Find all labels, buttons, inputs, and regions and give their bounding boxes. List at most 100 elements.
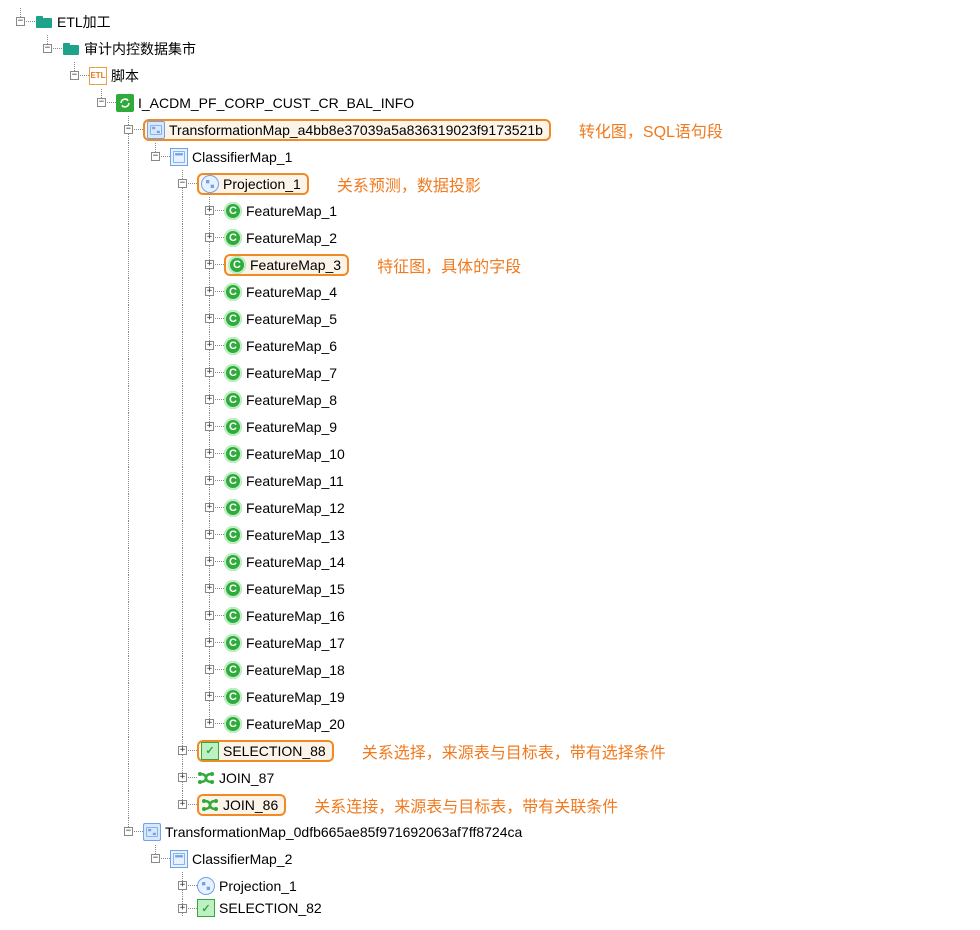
tree-node-job[interactable]: I_ACDM_PF_CORP_CUST_CR_BAL_INFO — [8, 89, 972, 116]
collapse-icon[interactable] — [16, 17, 25, 26]
collapse-icon[interactable] — [97, 98, 106, 107]
tree-node-transmap[interactable]: TransformationMap_a4bb8e37039a5a83631902… — [8, 116, 972, 143]
collapse-icon[interactable] — [124, 125, 133, 134]
expand-icon[interactable] — [205, 476, 214, 485]
tree-node-featuremap[interactable]: CFeatureMap_13 — [8, 521, 972, 548]
collapse-icon[interactable] — [151, 152, 160, 161]
expand-icon[interactable] — [205, 314, 214, 323]
expand-icon[interactable] — [205, 611, 214, 620]
annotation-text: 关系预测，数据投影 — [337, 172, 481, 196]
tree-node-datamart[interactable]: 审计内控数据集市 — [8, 35, 972, 62]
tree-node-projection[interactable]: Projection_1 — [8, 872, 972, 899]
expand-icon[interactable] — [178, 800, 187, 809]
expand-icon[interactable] — [178, 773, 187, 782]
classifier-icon — [170, 850, 188, 868]
tree-node-join[interactable]: JOIN_86 关系连接，来源表与目标表，带有关联条件 — [8, 791, 972, 818]
node-label: FeatureMap_16 — [244, 608, 347, 624]
expand-icon[interactable] — [178, 746, 187, 755]
expand-icon[interactable] — [205, 233, 214, 242]
tree-node-projection[interactable]: Projection_1 关系预测，数据投影 — [8, 170, 972, 197]
expand-icon[interactable] — [205, 692, 214, 701]
featuremap-icon: C — [224, 418, 242, 436]
tree-node-featuremap[interactable]: CFeatureMap_2 — [8, 224, 972, 251]
tree-node-featuremap[interactable]: CFeatureMap_18 — [8, 656, 972, 683]
collapse-icon[interactable] — [178, 179, 187, 188]
tree-node-featuremap[interactable]: CFeatureMap_14 — [8, 548, 972, 575]
node-label: JOIN_86 — [221, 797, 280, 813]
node-label: TransformationMap_0dfb665ae85f971692063a… — [163, 824, 524, 840]
expand-icon[interactable] — [178, 881, 187, 890]
node-label: SELECTION_88 — [221, 743, 328, 759]
tree-node-featuremap[interactable]: CFeatureMap_20 — [8, 710, 972, 737]
node-label: FeatureMap_9 — [244, 419, 339, 435]
tree-node-featuremap[interactable]: CFeatureMap_16 — [8, 602, 972, 629]
node-label: FeatureMap_3 — [248, 257, 343, 273]
tree-node-classifier[interactable]: ClassifierMap_1 — [8, 143, 972, 170]
expand-icon[interactable] — [205, 422, 214, 431]
tree-node-featuremap[interactable]: CFeatureMap_11 — [8, 467, 972, 494]
collapse-icon[interactable] — [124, 827, 133, 836]
expand-icon[interactable] — [205, 368, 214, 377]
tree-node-selection[interactable]: SELECTION_88 关系选择，来源表与目标表，带有选择条件 — [8, 737, 972, 764]
expand-icon[interactable] — [205, 638, 214, 647]
tree-view: ETL加工 审计内控数据集市 ETL 脚本 I_ACDM_PF_CORP_CUS… — [8, 8, 972, 917]
projection-icon — [197, 877, 215, 895]
expand-icon[interactable] — [178, 904, 187, 913]
expand-icon[interactable] — [205, 530, 214, 539]
tree-node-featuremap[interactable]: CFeatureMap_9 — [8, 413, 972, 440]
annotation-text: 关系选择，来源表与目标表，带有选择条件 — [362, 739, 666, 763]
tree-node-featuremap[interactable]: CFeatureMap_7 — [8, 359, 972, 386]
collapse-icon[interactable] — [43, 44, 52, 53]
tree-node-transmap[interactable]: TransformationMap_0dfb665ae85f971692063a… — [8, 818, 972, 845]
tree-node-featuremap[interactable]: CFeatureMap_1 — [8, 197, 972, 224]
tree-node-script[interactable]: ETL 脚本 — [8, 62, 972, 89]
tree-node-featuremap[interactable]: CFeatureMap_6 — [8, 332, 972, 359]
expand-icon[interactable] — [205, 341, 214, 350]
expand-icon[interactable] — [205, 287, 214, 296]
tree-node-featuremap[interactable]: CFeatureMap_8 — [8, 386, 972, 413]
tree-node-featuremap[interactable]: CFeatureMap_4 — [8, 278, 972, 305]
tree-node-featuremap[interactable]: CFeatureMap_5 — [8, 305, 972, 332]
tree-node-featuremap[interactable]: CFeatureMap_17 — [8, 629, 972, 656]
highlight-box: JOIN_86 — [197, 794, 286, 816]
collapse-icon[interactable] — [151, 854, 160, 863]
tree-node-root[interactable]: ETL加工 — [8, 8, 972, 35]
expand-icon[interactable] — [205, 206, 214, 215]
expand-icon[interactable] — [205, 719, 214, 728]
expand-icon[interactable] — [205, 260, 214, 269]
node-label: FeatureMap_15 — [244, 581, 347, 597]
node-label: FeatureMap_13 — [244, 527, 347, 543]
featuremap-icon: C — [224, 688, 242, 706]
featuremap-icon: C — [224, 580, 242, 598]
projection-icon — [201, 175, 219, 193]
tree-node-join[interactable]: JOIN_87 — [8, 764, 972, 791]
annotation-text: 特征图，具体的字段 — [377, 253, 521, 277]
node-label: FeatureMap_10 — [244, 446, 347, 462]
node-label: FeatureMap_8 — [244, 392, 339, 408]
tree-node-classifier[interactable]: ClassifierMap_2 — [8, 845, 972, 872]
node-label: Projection_1 — [217, 878, 299, 894]
featuremap-icon: C — [224, 229, 242, 247]
node-label: Projection_1 — [221, 176, 303, 192]
etl-icon: ETL — [89, 67, 107, 85]
expand-icon[interactable] — [205, 665, 214, 674]
featuremap-icon: C — [224, 715, 242, 733]
featuremap-icon: C — [228, 256, 246, 274]
featuremap-icon: C — [224, 391, 242, 409]
featuremap-icon: C — [224, 661, 242, 679]
expand-icon[interactable] — [205, 449, 214, 458]
map-icon — [143, 823, 161, 841]
expand-icon[interactable] — [205, 503, 214, 512]
tree-node-featuremap[interactable]: CFeatureMap_19 — [8, 683, 972, 710]
tree-node-featuremap[interactable]: CFeatureMap_3 特征图，具体的字段 — [8, 251, 972, 278]
tree-node-featuremap[interactable]: CFeatureMap_10 — [8, 440, 972, 467]
tree-node-featuremap[interactable]: CFeatureMap_12 — [8, 494, 972, 521]
node-label: FeatureMap_11 — [244, 473, 346, 489]
expand-icon[interactable] — [205, 557, 214, 566]
collapse-icon[interactable] — [70, 71, 79, 80]
tree-node-featuremap[interactable]: CFeatureMap_15 — [8, 575, 972, 602]
node-label: SELECTION_82 — [217, 900, 324, 916]
expand-icon[interactable] — [205, 584, 214, 593]
expand-icon[interactable] — [205, 395, 214, 404]
tree-node-selection[interactable]: SELECTION_82 — [8, 899, 972, 917]
